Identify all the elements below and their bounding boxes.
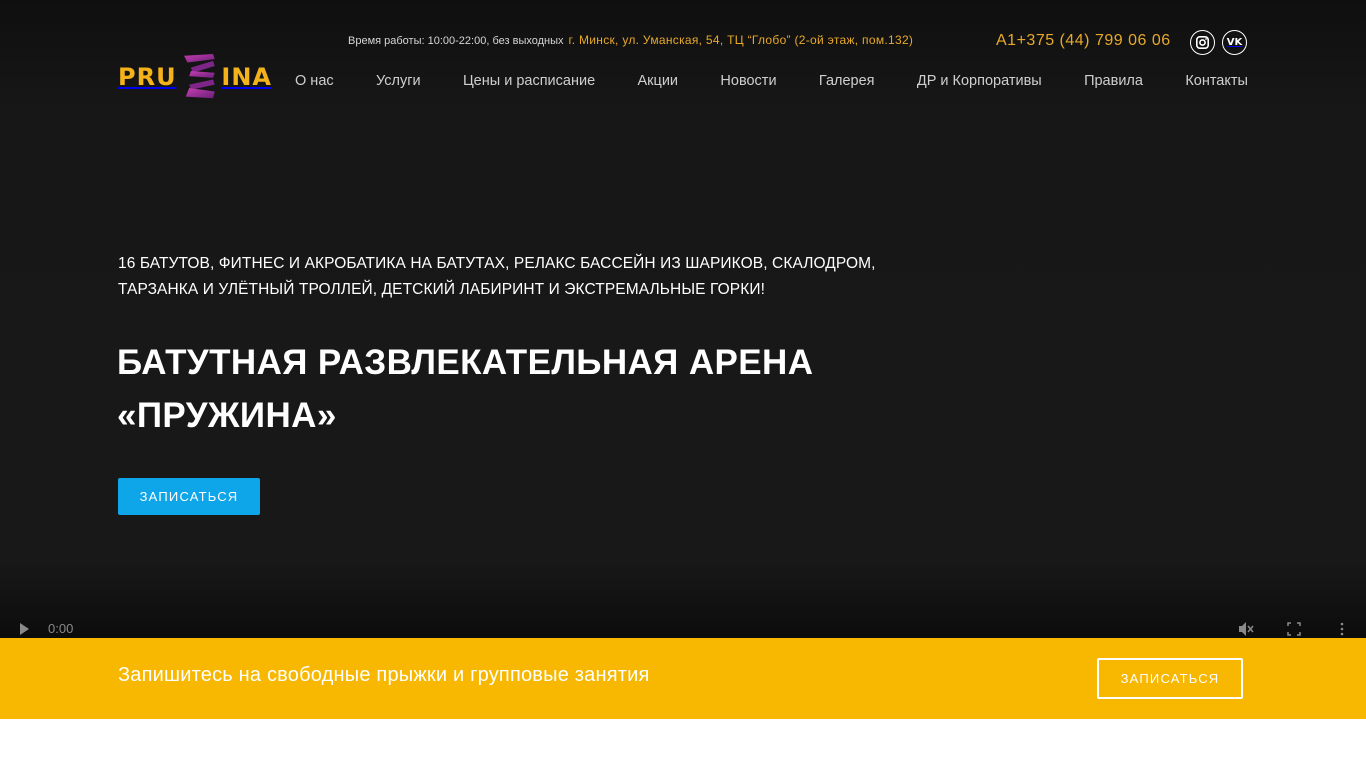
instagram-icon <box>1196 36 1209 49</box>
main-nav: О нас Услуги Цены и расписание Акции Нов… <box>295 73 1248 89</box>
working-hours: Время работы: 10:00-22:00, без выходных <box>348 35 564 47</box>
nav-item-prices[interactable]: Цены и расписание <box>463 73 595 89</box>
nav-item-rules[interactable]: Правила <box>1084 73 1143 89</box>
banner-signup-button[interactable]: ЗАПИСАТЬСЯ <box>1097 658 1243 699</box>
signup-banner: Запишитесь на свободные прыжки и группов… <box>0 638 1366 719</box>
address: г. Минск, ул. Уманская, 54, ТЦ “Глобо” (… <box>568 33 914 47</box>
logo-text-left: PRU <box>118 63 177 91</box>
nav-item-news[interactable]: Новости <box>720 73 776 89</box>
video-time: 0:00 <box>48 621 74 636</box>
nav-item-about[interactable]: О нас <box>295 73 334 89</box>
vk-link[interactable]: VK <box>1222 30 1247 55</box>
logo-text-right: INA <box>221 63 272 91</box>
hero-title: БАТУТНАЯ РАЗВЛЕКАТЕЛЬНАЯ АРЕНА «ПРУЖИНА» <box>117 343 814 435</box>
hero-section: PRU INA Время работы: 10:00-22:00, без в… <box>0 0 1366 638</box>
contact-info: Время работы: 10:00-22:00, без выходных … <box>348 33 913 49</box>
nav-item-gallery[interactable]: Галерея <box>819 73 875 89</box>
hero-lead: 16 БАТУТОВ, ФИТНЕС И АКРОБАТИКА НА БАТУТ… <box>118 255 876 298</box>
nav-item-contacts[interactable]: Контакты <box>1185 73 1248 89</box>
play-icon[interactable] <box>18 620 30 638</box>
more-options-icon[interactable] <box>1339 620 1345 638</box>
vk-icon: VK <box>1226 37 1243 48</box>
nav-item-birthdays[interactable]: ДР и Корпоративы <box>917 73 1042 89</box>
banner-text: Запишитесь на свободные прыжки и группов… <box>118 664 650 686</box>
spring-logo-icon <box>183 54 215 99</box>
video-controls: 0:00 <box>0 620 1366 638</box>
mute-icon[interactable] <box>1238 620 1254 638</box>
logo[interactable]: PRU INA <box>118 48 272 106</box>
nav-item-promotions[interactable]: Акции <box>638 73 679 89</box>
phone-link[interactable]: A1+375 (44) 799 06 06 <box>996 32 1171 50</box>
fullscreen-icon[interactable] <box>1287 620 1301 638</box>
signup-button[interactable]: ЗАПИСАТЬСЯ <box>118 478 260 515</box>
nav-item-services[interactable]: Услуги <box>376 73 421 89</box>
instagram-link[interactable] <box>1190 30 1215 55</box>
